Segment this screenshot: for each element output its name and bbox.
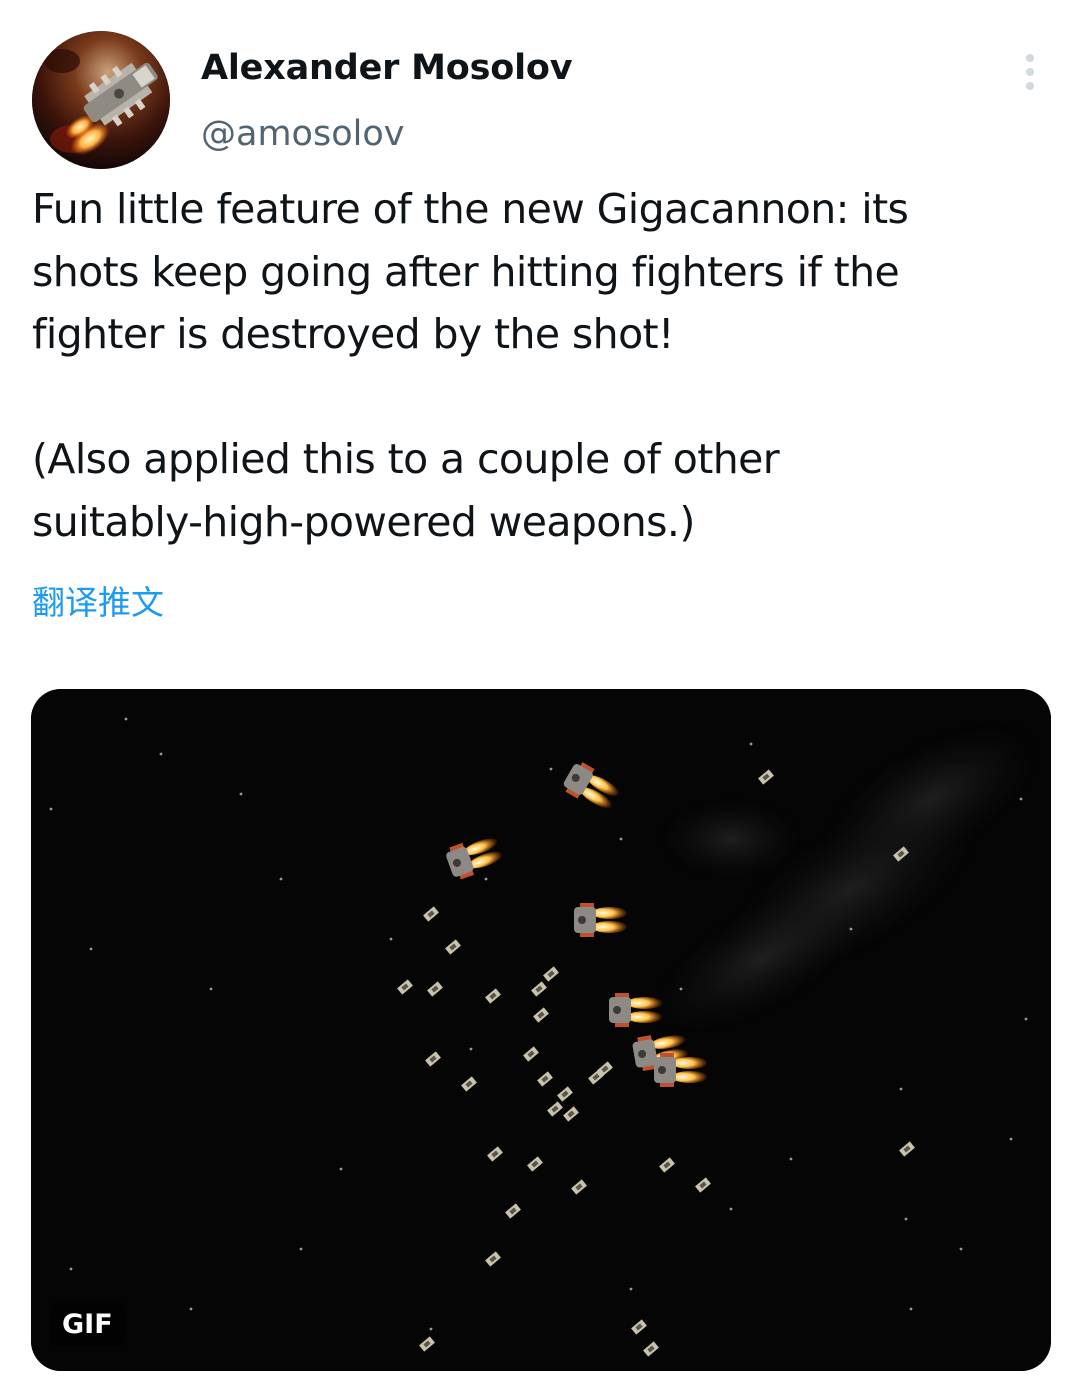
star	[429, 1327, 433, 1331]
star	[899, 1087, 903, 1091]
star	[49, 807, 53, 811]
star	[89, 947, 93, 951]
star	[69, 1267, 73, 1271]
star	[389, 937, 393, 941]
more-vertical-icon	[1026, 54, 1034, 90]
tweet-text-line: (Also applied this to a couple of other	[32, 435, 780, 483]
star	[484, 877, 488, 881]
star	[959, 1247, 963, 1251]
author-avatar[interactable]	[32, 31, 170, 169]
tweet-card: Alexander Mosolov @amosolov Fun little f…	[0, 0, 1080, 1388]
author-handle[interactable]: @amosolov	[201, 114, 404, 154]
more-options-button[interactable]	[1010, 48, 1050, 96]
star	[909, 1307, 913, 1311]
star	[189, 1307, 193, 1311]
star	[159, 752, 163, 756]
star	[904, 1217, 908, 1221]
star	[619, 837, 623, 841]
star	[629, 1287, 633, 1291]
star	[549, 767, 553, 771]
star	[789, 1157, 793, 1161]
tweet-text-line: fighter is destroyed by the shot!	[32, 310, 674, 358]
spaceship-avatar-icon	[32, 31, 170, 169]
star	[1024, 1017, 1028, 1021]
star	[279, 877, 283, 881]
star	[339, 1167, 343, 1171]
star	[299, 1247, 303, 1251]
tweet-text-line: shots keep going after hitting fighters …	[32, 247, 900, 296]
tweet-text-line: suitably-high-powered weapons.)	[32, 497, 695, 546]
tweet-text-line: Fun little feature of the new Gigacannon…	[32, 185, 909, 233]
space-battle-gif-frame	[31, 689, 1051, 1371]
star	[679, 987, 683, 991]
star	[469, 1047, 473, 1051]
star	[749, 742, 753, 746]
star	[849, 927, 853, 931]
star	[124, 717, 128, 721]
star	[1009, 1137, 1013, 1141]
tweet-text: Fun little feature of the new Gigacannon…	[32, 178, 1042, 553]
star	[1019, 797, 1023, 801]
tweet-gif-media[interactable]	[31, 689, 1051, 1371]
author-name[interactable]: Alexander Mosolov	[201, 48, 573, 88]
star	[239, 792, 243, 796]
translate-tweet-link[interactable]: 翻译推文	[32, 576, 164, 624]
star	[729, 1207, 733, 1211]
star	[209, 987, 213, 991]
gif-badge: GIF	[50, 1303, 125, 1346]
